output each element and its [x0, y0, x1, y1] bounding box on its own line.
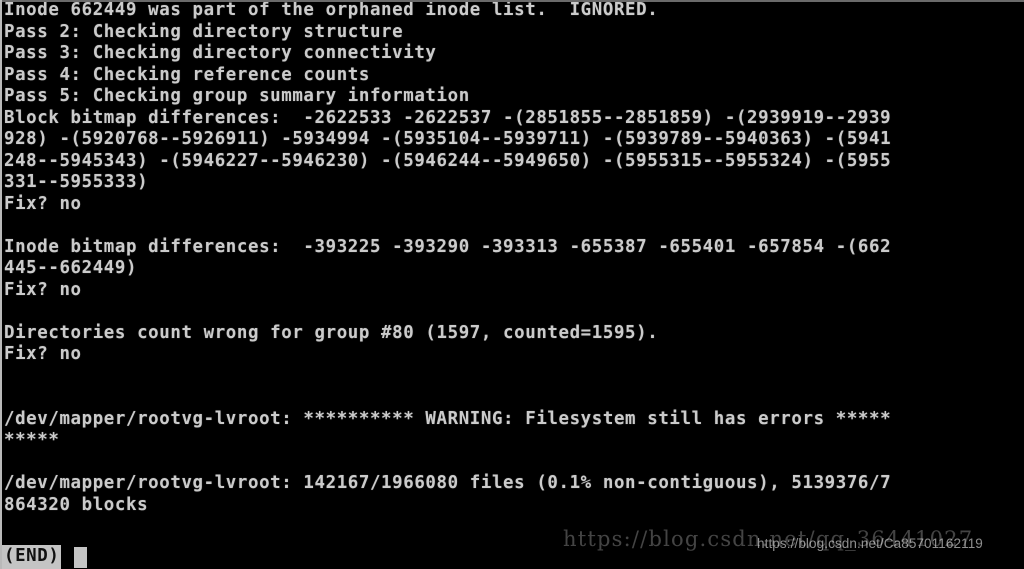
terminal-line: Pass 3: Checking directory connectivity — [4, 43, 437, 63]
terminal-line: Pass 4: Checking reference counts — [4, 64, 370, 85]
terminal-line: 248--5945343) -(5946227--5946230) -(5946… — [4, 150, 892, 171]
terminal-line: Fix? no — [4, 193, 82, 214]
terminal-line: Fix? no — [4, 344, 82, 364]
text-cursor — [74, 546, 88, 568]
terminal-line: 928) -(5920768--5926911) -5934994 -(5935… — [4, 129, 892, 149]
terminal-line: Fix? no — [4, 279, 82, 300]
terminal-screen[interactable]: Inode 662449 was part of the orphaned in… — [0, 0, 1024, 569]
terminal-line: 445--662449) — [4, 258, 138, 278]
terminal-line: Inode 662449 was part of the orphaned in… — [4, 0, 659, 20]
terminal-line: /dev/mapper/rootvg-lvroot: 142167/196608… — [4, 473, 892, 493]
terminal-line: Inode bitmap differences: -393225 -39329… — [4, 236, 892, 257]
watermark-secondary: https://blog.csdn.net/Ca85701162119 — [757, 536, 983, 551]
terminal-line: 864320 blocks — [4, 494, 149, 515]
pager-end-indicator: (END) — [2, 545, 62, 569]
screen-left-border — [0, 0, 2, 569]
terminal-line: Pass 2: Checking directory structure — [4, 21, 404, 42]
watermark-primary: https://blog.csdn.net/qq_36441027 — [563, 527, 974, 551]
terminal-line: /dev/mapper/rootvg-lvroot: ********** WA… — [4, 408, 892, 429]
pager-status-line[interactable]: (END) — [2, 545, 88, 569]
terminal-output: Inode 662449 was part of the orphaned in… — [4, 0, 1024, 516]
terminal-line: Pass 5: Checking group summary informati… — [4, 86, 470, 106]
terminal-line: 331--5955333) — [4, 172, 149, 192]
terminal-line: Block bitmap differences: -2622533 -2622… — [4, 107, 892, 128]
terminal-line: Directories count wrong for group #80 (1… — [4, 322, 659, 343]
terminal-line: ***** — [4, 430, 60, 450]
screen-top-border — [0, 0, 1024, 2]
